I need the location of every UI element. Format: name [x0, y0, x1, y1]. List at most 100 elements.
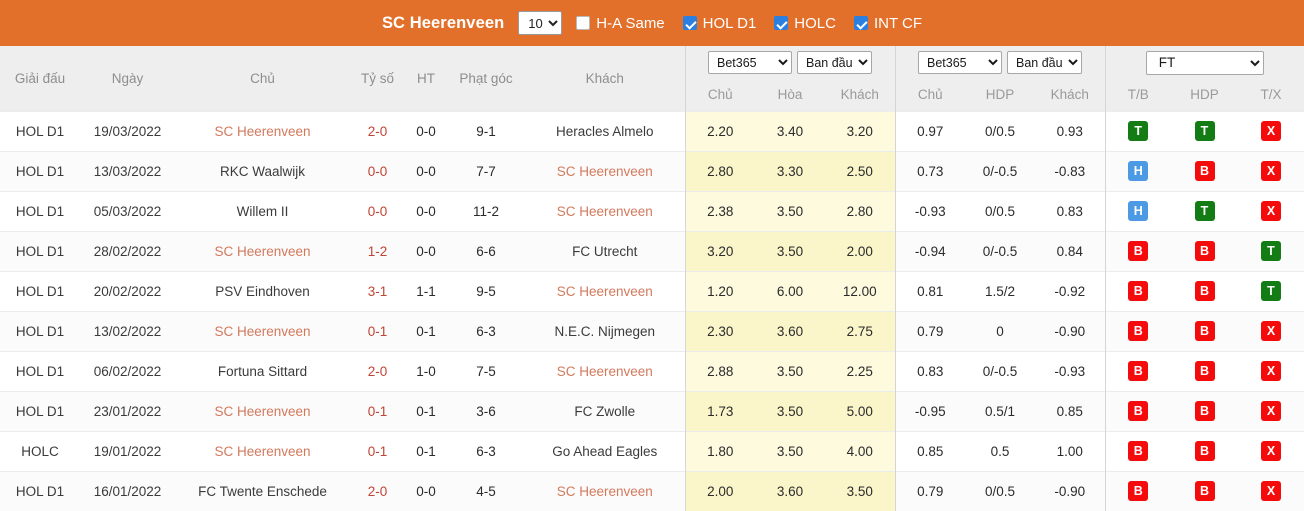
cell-date: 16/01/2022: [80, 470, 175, 511]
cell-score: 0-1: [350, 430, 405, 471]
cell-score: 1-2: [350, 230, 405, 271]
cell-result-tx: T: [1238, 270, 1304, 311]
cell-hdp-home: 0.85: [894, 430, 965, 471]
odds-bookmaker-select[interactable]: Bet365CrownMacauslot: [708, 51, 792, 74]
table-row[interactable]: HOL D1 28/02/2022 SC Heerenveen 1-2 0-0 6-6 FC…: [0, 230, 1304, 271]
cell-date: 28/02/2022: [80, 230, 175, 271]
col-header-corners: Phạt góc: [447, 46, 525, 111]
row-count-select[interactable]: 102030: [518, 11, 563, 35]
cell-home-team: SC Heerenveen: [175, 110, 350, 151]
odds-phase-select[interactable]: Ban đầuTức thời: [797, 51, 872, 74]
col-header-odds-home: Chủ: [684, 79, 755, 111]
cell-result-tb: H: [1104, 190, 1171, 231]
table-row[interactable]: HOL D1 13/02/2022 SC Heerenveen 0-1 0-1 6-3 N.…: [0, 310, 1304, 351]
table-row[interactable]: HOLC 19/01/2022 SC Heerenveen 0-1 0-1 6-3 Go A…: [0, 430, 1304, 471]
table-row[interactable]: HOL D1 20/02/2022 PSV Eindhoven 3-1 1-1 9-5 SC…: [0, 270, 1304, 311]
cell-odds-away: 4.00: [825, 430, 895, 471]
status-badge: B: [1128, 441, 1149, 461]
status-badge: B: [1128, 281, 1149, 301]
cell-score: 0-0: [350, 150, 405, 191]
cell-away-team: Heracles Almelo: [525, 110, 685, 151]
filter-ha-same[interactable]: H-A Same: [576, 14, 665, 32]
cell-corners: 9-5: [447, 270, 525, 311]
status-badge: B: [1128, 241, 1149, 261]
result-period-select[interactable]: FTHT: [1145, 50, 1264, 75]
hdp-bookmaker-select[interactable]: Bet365CrownMacauslot: [918, 51, 1002, 74]
cell-date: 19/01/2022: [80, 430, 175, 471]
col-header-odds-draw: Hòa: [755, 79, 825, 111]
status-badge: H: [1128, 161, 1149, 181]
cell-away-team: SC Heerenveen: [525, 150, 685, 191]
filter-holc[interactable]: HOLC: [774, 15, 836, 32]
filter-ha-same-label: H-A Same: [596, 14, 665, 32]
status-badge: B: [1128, 321, 1149, 341]
cell-halftime: 0-1: [405, 310, 447, 351]
cell-hdp-value: 0/-0.5: [965, 230, 1035, 271]
checkbox-hol-d1-icon[interactable]: [682, 16, 697, 30]
cell-halftime: 0-1: [405, 390, 447, 431]
cell-result-hdp: T: [1171, 190, 1238, 231]
cell-hdp-value: 0.5: [965, 430, 1035, 471]
col-header-away: Khách: [525, 46, 685, 111]
table-row[interactable]: HOL D1 06/02/2022 Fortuna Sittard 2-0 1-0 7-5…: [0, 350, 1304, 391]
cell-odds-draw: 6.00: [755, 270, 825, 311]
cell-hdp-away: 0.85: [1035, 390, 1105, 431]
cell-league: HOL D1: [0, 230, 80, 271]
cell-score: 2-0: [350, 110, 405, 151]
cell-odds-home: 2.30: [684, 310, 755, 351]
cell-date: 13/02/2022: [80, 310, 175, 351]
checkbox-holc-icon[interactable]: [774, 16, 789, 30]
cell-odds-draw: 3.60: [755, 470, 825, 511]
cell-score: 0-0: [350, 190, 405, 231]
cell-result-tx: X: [1238, 470, 1304, 511]
cell-corners: 9-1: [447, 110, 525, 151]
table-row[interactable]: HOL D1 05/03/2022 Willem II 0-0 0-0 11-2 SC He…: [0, 190, 1304, 231]
cell-away-team: FC Utrecht: [525, 230, 685, 271]
cell-result-hdp: B: [1171, 390, 1238, 431]
status-badge: X: [1261, 161, 1281, 181]
cell-hdp-value: 0/0.5: [965, 190, 1035, 231]
cell-halftime: 1-1: [405, 270, 447, 311]
table-row[interactable]: HOL D1 19/03/2022 SC Heerenveen 2-0 0-0 9-1 He…: [0, 110, 1304, 151]
status-badge: T: [1261, 241, 1281, 261]
cell-corners: 4-5: [447, 470, 525, 511]
page-title: SC Heerenveen: [381, 13, 505, 32]
table-row[interactable]: HOL D1 16/01/2022 FC Twente Enschede 2-0 0-0…: [0, 470, 1304, 511]
cell-result-tb: B: [1104, 390, 1171, 431]
status-badge: X: [1261, 121, 1281, 141]
cell-away-team: FC Zwolle: [525, 390, 685, 431]
col-header-hdp-home: Chủ: [894, 79, 965, 111]
table-row[interactable]: HOL D1 13/03/2022 RKC Waalwijk 0-0 0-0 7-7 SC …: [0, 150, 1304, 191]
checkbox-int-cf-icon[interactable]: [853, 16, 868, 30]
page-header-bar: SC Heerenveen 102030 H-A Same HOL D1 HOL…: [0, 0, 1304, 46]
cell-league: HOL D1: [0, 350, 80, 391]
cell-score: 2-0: [350, 350, 405, 391]
cell-league: HOL D1: [0, 110, 80, 151]
cell-date: 23/01/2022: [80, 390, 175, 431]
cell-home-team: SC Heerenveen: [175, 430, 350, 471]
status-badge: X: [1261, 201, 1281, 221]
cell-odds-draw: 3.60: [755, 310, 825, 351]
filter-int-cf[interactable]: INT CF: [853, 15, 922, 32]
cell-odds-draw: 3.50: [755, 430, 825, 471]
filter-holc-label: HOLC: [794, 14, 836, 32]
cell-hdp-value: 0: [965, 310, 1035, 351]
cell-league: HOL D1: [0, 270, 80, 311]
cell-hdp-away: -0.90: [1035, 470, 1105, 511]
filter-hol-d1[interactable]: HOL D1: [682, 15, 756, 32]
hdp-phase-select[interactable]: Ban đầuTức thời: [1007, 51, 1082, 74]
table-row[interactable]: HOL D1 23/01/2022 SC Heerenveen 0-1 0-1 3-6 FC…: [0, 390, 1304, 431]
cell-halftime: 0-0: [405, 230, 447, 271]
cell-hdp-value: 0/-0.5: [965, 350, 1035, 391]
cell-odds-away: 2.00: [825, 230, 895, 271]
checkbox-ha-same-icon[interactable]: [576, 16, 591, 30]
cell-hdp-home: 0.79: [894, 310, 965, 351]
cell-result-hdp: B: [1171, 270, 1238, 311]
status-badge: B: [1194, 401, 1215, 421]
status-badge: X: [1261, 441, 1281, 461]
cell-corners: 7-7: [447, 150, 525, 191]
cell-result-hdp: T: [1171, 110, 1238, 151]
cell-corners: 7-5: [447, 350, 525, 391]
cell-corners: 6-6: [447, 230, 525, 271]
cell-halftime: 0-1: [405, 430, 447, 471]
